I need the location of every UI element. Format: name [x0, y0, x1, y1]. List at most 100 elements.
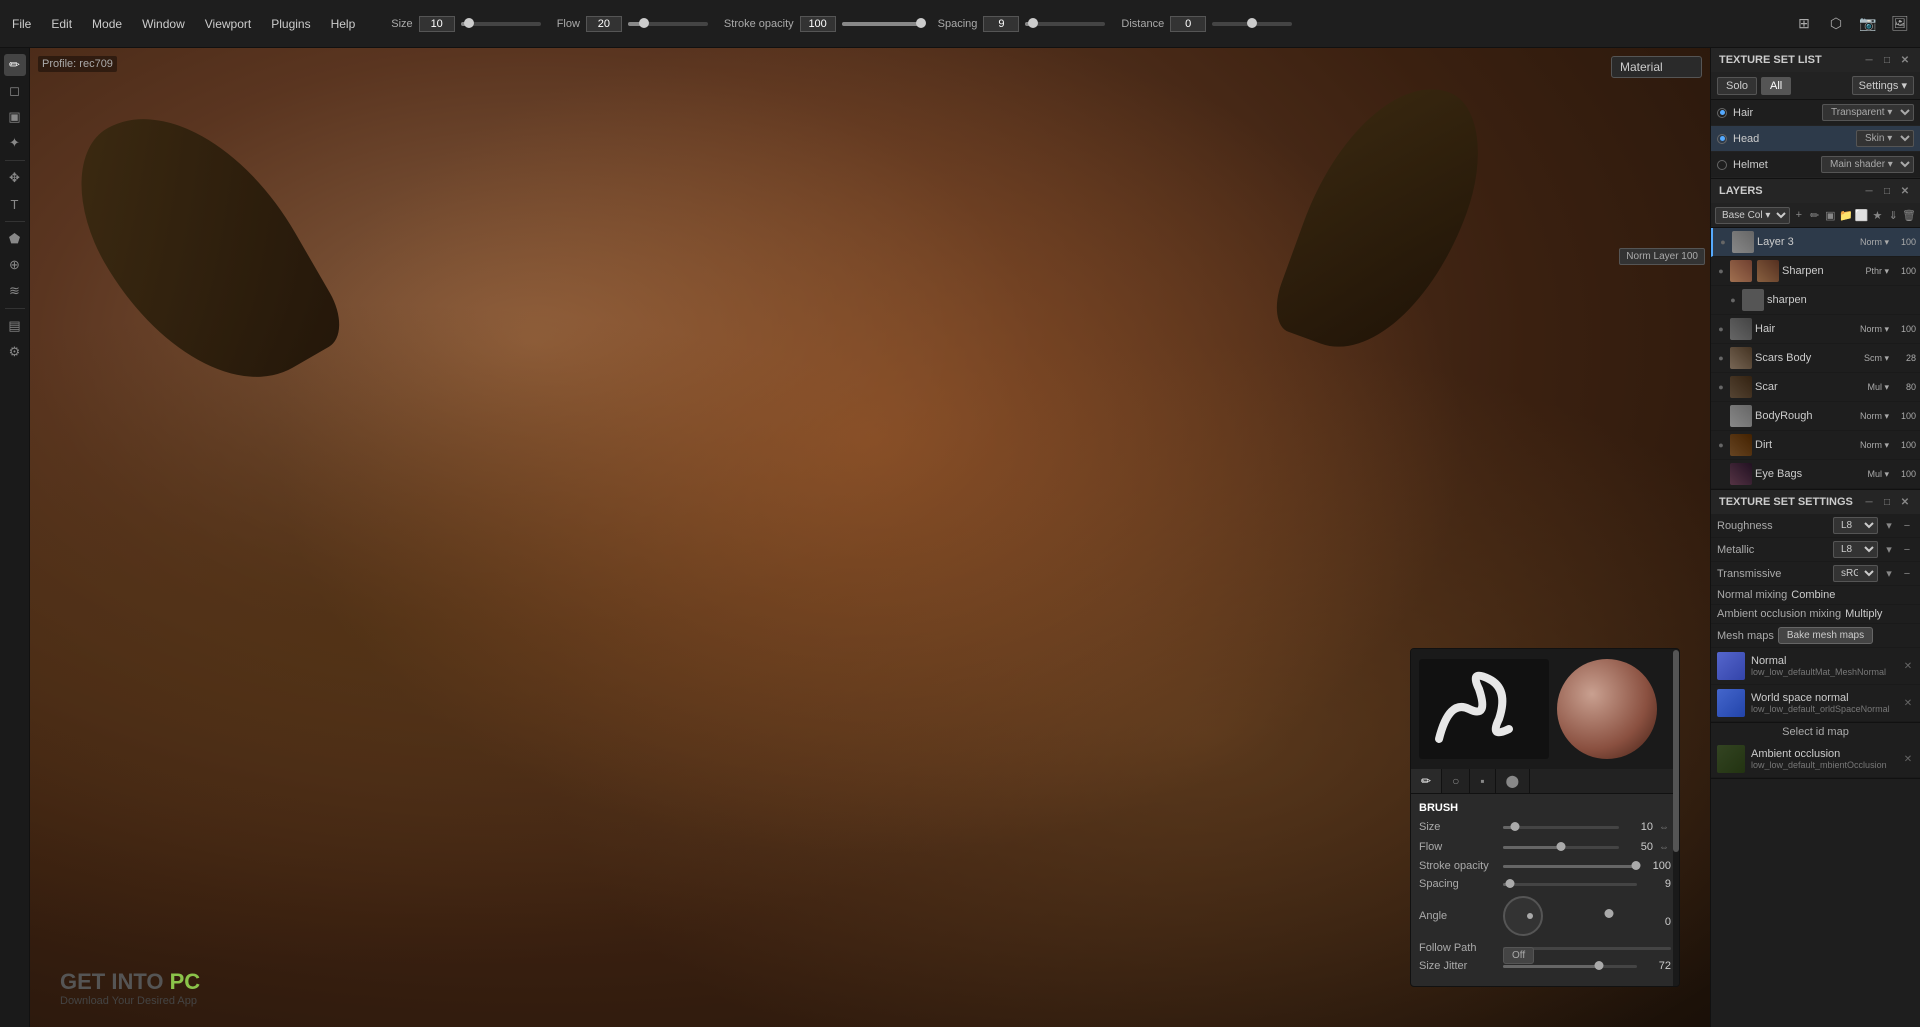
tsl-item-hair[interactable]: Hair Transparent ▾	[1711, 100, 1920, 126]
layers-merge-icon[interactable]: ⇓	[1886, 206, 1900, 224]
brush-flow-slider[interactable]	[1503, 846, 1619, 849]
tool-settings[interactable]: ⚙	[4, 341, 26, 363]
tss-maximize-icon[interactable]: □	[1880, 495, 1894, 509]
select-id-map-btn[interactable]: Select id map	[1711, 722, 1920, 741]
flow-value[interactable]: 20	[586, 16, 622, 32]
layer-vis-sharpen[interactable]: ●	[1715, 265, 1727, 277]
layers-paint-icon[interactable]: ✏	[1808, 206, 1822, 224]
stroke-opacity-value[interactable]: 100	[800, 16, 836, 32]
layer-vis-hair[interactable]: ●	[1715, 323, 1727, 335]
layer-item-dirt[interactable]: ● Dirt Norm ▾ 100	[1711, 431, 1920, 460]
tss-transmissive-format[interactable]: sRGB8 RGB16	[1833, 565, 1878, 582]
layer-vis-scar[interactable]: ●	[1715, 381, 1727, 393]
follow-path-toggle[interactable]: Off	[1503, 947, 1534, 964]
layer-item-sharpen-sub[interactable]: ● sharpen	[1711, 286, 1920, 315]
layer-blend-sharpen[interactable]: Pthr ▾	[1865, 266, 1889, 277]
tsl-close-icon[interactable]: ✕	[1898, 53, 1912, 67]
brush-tab-properties[interactable]: ○	[1442, 769, 1470, 793]
distance-value[interactable]: 0	[1170, 16, 1206, 32]
spacing-value[interactable]: 9	[983, 16, 1019, 32]
layer-item-hair[interactable]: ● Hair Norm ▾ 100	[1711, 315, 1920, 344]
layers-effect-icon[interactable]: ★	[1871, 206, 1885, 224]
tsl-item-head[interactable]: Head Skin ▾	[1711, 126, 1920, 152]
brush-stroke-opacity-slider[interactable]	[1503, 865, 1637, 868]
tss-roughness-minus[interactable]: −	[1900, 519, 1914, 533]
mesh-map-normal[interactable]: Normal low_low_defaultMat_MeshNormal ✕	[1711, 648, 1920, 685]
mesh-map-ao-close[interactable]: ✕	[1902, 753, 1914, 765]
layer-item-eyebags[interactable]: ● Eye Bags Mul ▾ 100	[1711, 460, 1920, 489]
tool-smudge[interactable]: ≋	[4, 280, 26, 302]
brush-panel-scrollbar[interactable]	[1673, 649, 1679, 986]
layers-delete-icon[interactable]: 🗑	[1902, 206, 1916, 224]
layer-blend-eyebags[interactable]: Mul ▾	[1867, 469, 1889, 480]
tool-clone[interactable]: ⊕	[4, 254, 26, 276]
layer-item-layer3[interactable]: ● Layer 3 Norm ▾ 100	[1711, 228, 1920, 257]
texture-set-list-header[interactable]: TEXTURE SET LIST ─ □ ✕	[1711, 48, 1920, 72]
layer-item-scar[interactable]: ● Scar Mul ▾ 80	[1711, 373, 1920, 402]
menu-file[interactable]: File	[8, 15, 35, 33]
tool-eraser[interactable]: ◻	[4, 80, 26, 102]
menu-window[interactable]: Window	[138, 15, 189, 33]
layer-vis-layer3[interactable]: ●	[1717, 236, 1729, 248]
spacing-slider[interactable]	[1025, 22, 1105, 26]
menu-edit[interactable]: Edit	[47, 15, 76, 33]
stroke-opacity-slider[interactable]	[842, 22, 922, 26]
distance-slider[interactable]	[1212, 22, 1292, 26]
viewport-2d-btn[interactable]: ⊞	[1792, 12, 1816, 36]
layers-group-icon[interactable]: 📁	[1839, 206, 1853, 224]
tss-transmissive-minus[interactable]: −	[1900, 567, 1914, 581]
mesh-map-normal-close[interactable]: ✕	[1902, 660, 1914, 672]
tss-transmissive-remove[interactable]: ▾	[1882, 567, 1896, 581]
layers-mask-icon[interactable]: ⬜	[1855, 206, 1869, 224]
menu-help[interactable]: Help	[327, 15, 360, 33]
layer-vis-dirt[interactable]: ●	[1715, 439, 1727, 451]
tss-metallic-remove[interactable]: ▾	[1882, 543, 1896, 557]
tsl-settings-btn[interactable]: Settings ▾	[1852, 76, 1914, 95]
brush-angle-dial[interactable]	[1503, 896, 1543, 936]
tsl-shader-head[interactable]: Skin ▾	[1856, 130, 1914, 147]
flow-slider[interactable]	[628, 22, 708, 26]
size-slider[interactable]	[461, 22, 541, 26]
layer-blend-scar[interactable]: Mul ▾	[1867, 382, 1889, 393]
tss-bake-btn[interactable]: Bake mesh maps	[1778, 627, 1873, 644]
material-select[interactable]: Material Base Color Roughness Metallic	[1611, 56, 1702, 78]
tsl-minimize-icon[interactable]: ─	[1862, 53, 1876, 67]
tsl-shader-hair[interactable]: Transparent ▾	[1822, 104, 1914, 121]
layer-item-bodyrough[interactable]: ● BodyRough Norm ▾ 100	[1711, 402, 1920, 431]
brush-size-slider[interactable]	[1503, 826, 1619, 829]
layers-add-icon[interactable]: +	[1792, 206, 1806, 224]
camera-btn[interactable]: 📷	[1856, 12, 1880, 36]
tsl-shader-helmet[interactable]: Main shader ▾	[1821, 156, 1914, 173]
viewport-canvas[interactable]: Profile: rec709 Material Base Color Roug…	[30, 48, 1710, 1027]
layer-blend-layer3[interactable]: Norm ▾	[1860, 237, 1889, 248]
tool-brush[interactable]: ✏	[4, 54, 26, 76]
tss-roughness-remove[interactable]: ▾	[1882, 519, 1896, 533]
menu-viewport[interactable]: Viewport	[201, 15, 255, 33]
tool-transform[interactable]: ✥	[4, 167, 26, 189]
layers-maximize-icon[interactable]: □	[1880, 184, 1894, 198]
layers-header[interactable]: LAYERS ─ □ ✕	[1711, 179, 1920, 203]
layer-blend-hair[interactable]: Norm ▾	[1860, 324, 1889, 335]
menu-mode[interactable]: Mode	[88, 15, 126, 33]
layers-blend-mode-select[interactable]: Base Col ▾	[1715, 207, 1790, 224]
tool-text[interactable]: T	[4, 193, 26, 215]
tsl-maximize-icon[interactable]: □	[1880, 53, 1894, 67]
tss-header[interactable]: TEXTURE SET SETTINGS ─ □ ✕	[1711, 490, 1920, 514]
layers-minimize-icon[interactable]: ─	[1862, 184, 1876, 198]
layer-blend-bodyrough[interactable]: Norm ▾	[1860, 411, 1889, 422]
mesh-map-world-normal[interactable]: World space normal low_low_default_orldS…	[1711, 685, 1920, 722]
viewport-3d-btn[interactable]: ⬡	[1824, 12, 1848, 36]
layers-fill-icon[interactable]: ▣	[1823, 206, 1837, 224]
brush-tab-material[interactable]: ⬤	[1496, 769, 1530, 793]
viewport[interactable]: Profile: rec709 Material Base Color Roug…	[30, 48, 1710, 1027]
tsl-solo-btn[interactable]: Solo	[1717, 77, 1757, 95]
layer-blend-scars-body[interactable]: Scm ▾	[1864, 353, 1889, 364]
tsl-item-helmet[interactable]: Helmet Main shader ▾	[1711, 152, 1920, 178]
tool-polygon[interactable]: ⬟	[4, 228, 26, 250]
mesh-map-world-normal-close[interactable]: ✕	[1902, 697, 1914, 709]
tss-metallic-format[interactable]: L8 L16	[1833, 541, 1878, 558]
tss-metallic-minus[interactable]: −	[1900, 543, 1914, 557]
layer-vis-sharpen-sub[interactable]: ●	[1727, 294, 1739, 306]
brush-spacing-slider[interactable]	[1503, 883, 1637, 886]
layer-item-sharpen[interactable]: ● Sharpen Pthr ▾ 100	[1711, 257, 1920, 286]
